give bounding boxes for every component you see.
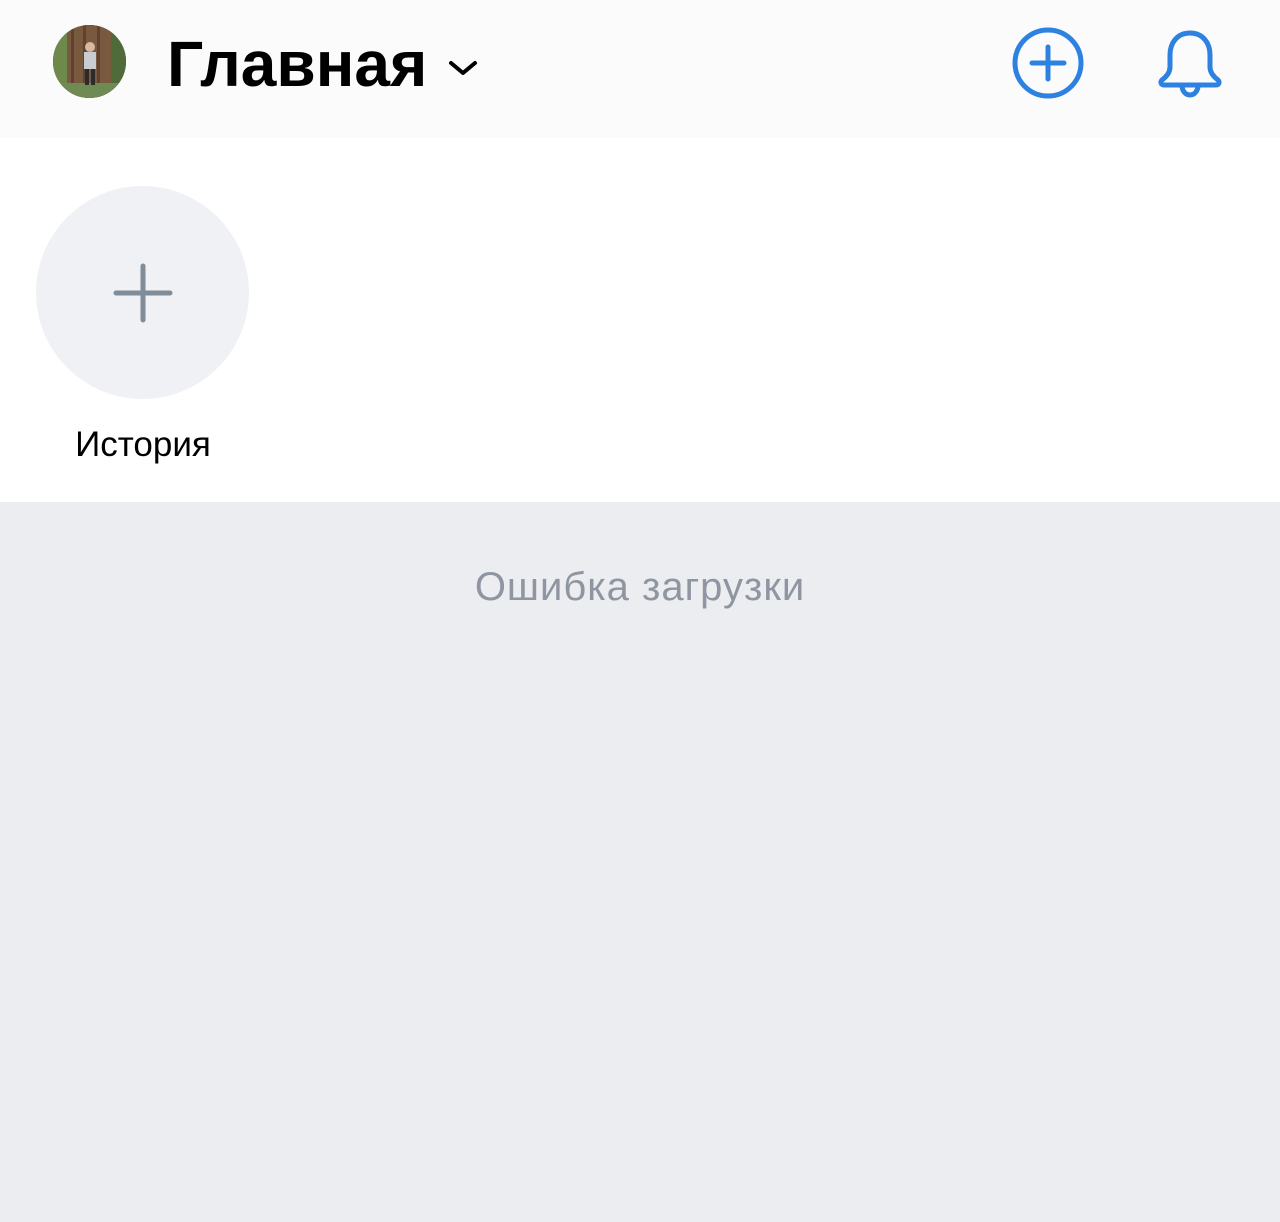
avatar-image [53, 25, 126, 98]
error-message: Ошибка загрузки [474, 565, 806, 609]
stories-bar: История [0, 138, 1280, 502]
story-label: История [75, 425, 211, 464]
chevron-down-icon [447, 58, 479, 78]
bell-icon [1158, 30, 1222, 98]
page-title: Главная [167, 28, 428, 100]
add-story-button[interactable]: История [36, 186, 250, 465]
page-title-dropdown[interactable]: Главная [167, 24, 479, 104]
avatar[interactable] [53, 25, 126, 98]
story-circle [36, 186, 249, 399]
plus-circle-icon [1012, 27, 1084, 99]
add-post-button[interactable] [1008, 24, 1088, 102]
notifications-button[interactable] [1150, 24, 1230, 102]
news-feed: Ошибка загрузки [0, 502, 1280, 1222]
top-header: Главная [0, 0, 1280, 138]
plus-icon [113, 263, 172, 322]
